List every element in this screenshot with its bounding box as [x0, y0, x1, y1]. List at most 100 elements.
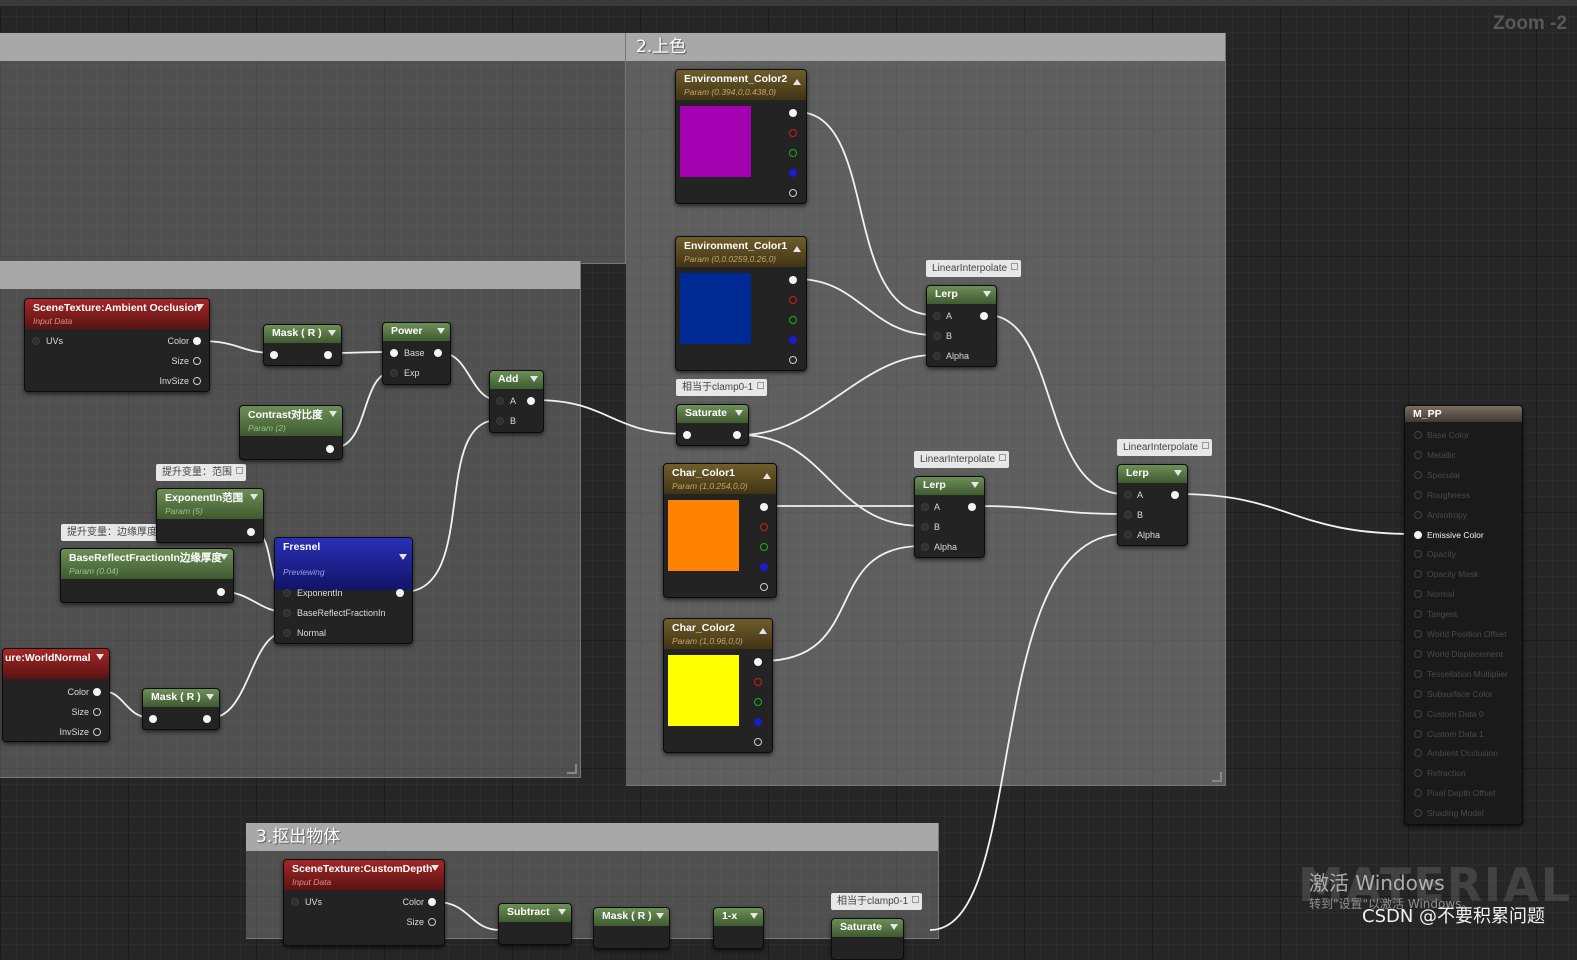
node-basereflect-param[interactable]: BaseReflectFractionIn边缘厚度 Param (0.04)	[60, 548, 234, 603]
material-input-pin[interactable]	[1414, 649, 1422, 658]
output-pin-size[interactable]	[428, 918, 436, 926]
material-input-pin[interactable]	[1414, 689, 1422, 698]
collapse-arrow-icon[interactable]	[735, 410, 743, 416]
output-pin-a[interactable]	[760, 583, 768, 591]
collapse-arrow-icon[interactable]	[530, 376, 538, 382]
collapse-arrow-icon[interactable]	[763, 473, 771, 479]
material-input-pin[interactable]	[1414, 709, 1422, 718]
collapse-arrow-icon[interactable]	[656, 913, 664, 919]
collapse-arrow-icon[interactable]	[431, 865, 439, 871]
collapse-arrow-icon[interactable]	[1174, 470, 1182, 476]
output-pin-r[interactable]	[760, 523, 768, 531]
input-pin-basereflect[interactable]	[283, 609, 291, 617]
collapse-arrow-icon[interactable]	[437, 328, 445, 334]
collapse-arrow-icon[interactable]	[220, 554, 228, 560]
collapse-arrow-icon[interactable]	[890, 924, 898, 930]
output-pin[interactable]	[324, 351, 332, 359]
node-environment-color2[interactable]: Environment_Color2 Param (0.394,0,0.438,0…	[675, 69, 807, 204]
output-pin-b[interactable]	[760, 563, 768, 571]
output-pin-color[interactable]	[93, 688, 101, 696]
annotation-lerp2[interactable]: LinearInterpolate	[914, 451, 1010, 468]
output-pin-b[interactable]	[789, 169, 797, 177]
material-input-pin[interactable]	[1414, 470, 1422, 479]
node-mask-r-3[interactable]: Mask ( R )	[593, 907, 670, 949]
node-saturate-2[interactable]: Saturate	[831, 918, 904, 960]
output-pin-g[interactable]	[789, 149, 797, 157]
material-input-pin[interactable]	[1414, 510, 1422, 519]
collapse-arrow-icon[interactable]	[971, 482, 979, 488]
material-input-pin[interactable]	[1414, 630, 1422, 638]
node-mask-r-1[interactable]: Mask ( R )	[263, 324, 342, 366]
output-pin[interactable]	[203, 715, 211, 723]
output-pin-r[interactable]	[754, 678, 762, 686]
material-input-pin[interactable]	[1414, 749, 1422, 758]
node-material-output[interactable]: M_PP Base Color Metallic Specular Roughness…	[1404, 405, 1523, 825]
node-lerp-1[interactable]: Lerp A B Alpha	[926, 285, 997, 367]
node-add[interactable]: Add A B	[489, 370, 544, 433]
collapse-arrow-icon[interactable]	[328, 330, 336, 336]
material-input-pin[interactable]	[1414, 769, 1422, 778]
input-pin-a[interactable]	[933, 312, 941, 320]
node-char-color1[interactable]: Char_Color1 Param (1,0.254,0,0)	[663, 463, 777, 598]
node-environment-color1[interactable]: Environment_Color1 Param (0,0.0259,0.26,0…	[675, 236, 807, 371]
input-pin-alpha[interactable]	[921, 543, 929, 551]
node-scenetexture-worldnormal[interactable]: ure:WorldNormal Color Size InvSize	[2, 648, 110, 742]
node-contrast-param[interactable]: Contrast对比度 Param (2)	[239, 405, 343, 460]
collapse-arrow-icon[interactable]	[399, 554, 407, 560]
output-pin-b[interactable]	[789, 336, 797, 344]
output-pin-r[interactable]	[789, 129, 797, 137]
output-pin[interactable]	[980, 312, 988, 320]
material-input-pin[interactable]	[1414, 450, 1422, 459]
collapse-arrow-icon[interactable]	[793, 79, 801, 85]
input-pin-uvs[interactable]	[291, 898, 299, 906]
input-pin-base[interactable]	[390, 349, 398, 357]
output-pin[interactable]	[527, 397, 535, 405]
output-pin-a[interactable]	[789, 356, 797, 364]
output-pin-color[interactable]	[428, 898, 436, 906]
node-char-color2[interactable]: Char_Color2 Param (1,0.96,0,0)	[663, 618, 773, 753]
input-pin-b[interactable]	[496, 417, 504, 425]
input-pin-b[interactable]	[1124, 511, 1132, 519]
node-lerp-2[interactable]: Lerp A B Alpha	[914, 476, 985, 558]
output-pin-size[interactable]	[93, 708, 101, 716]
node-power[interactable]: Power Base Exp	[382, 322, 451, 385]
material-input-pin[interactable]	[1414, 590, 1422, 599]
output-pin-rgb[interactable]	[789, 109, 797, 117]
collapse-arrow-icon[interactable]	[196, 304, 204, 310]
input-pin-a[interactable]	[921, 503, 929, 511]
output-pin-a[interactable]	[789, 189, 797, 197]
output-pin-rgb[interactable]	[754, 658, 762, 666]
collapse-arrow-icon[interactable]	[558, 909, 566, 915]
output-pin-r[interactable]	[789, 296, 797, 304]
node-mask-r-2[interactable]: Mask ( R )	[142, 688, 220, 730]
output-pin[interactable]	[1171, 491, 1179, 499]
collapse-arrow-icon[interactable]	[250, 494, 258, 500]
output-pin[interactable]	[396, 589, 404, 597]
output-pin-size[interactable]	[193, 357, 201, 365]
node-saturate[interactable]: Saturate	[676, 404, 749, 446]
material-input-pin[interactable]	[1414, 550, 1422, 559]
output-pin-g[interactable]	[754, 698, 762, 706]
material-input-pin[interactable]	[1414, 809, 1422, 818]
output-pin-invsize[interactable]	[193, 377, 201, 385]
annotation-clamp1[interactable]: 相当于clamp0-1	[676, 379, 768, 396]
output-pin-rgb[interactable]	[789, 276, 797, 284]
output-pin-color[interactable]	[193, 337, 201, 345]
annotation-lerp1[interactable]: LinearInterpolate	[926, 260, 1022, 277]
material-input-pin[interactable]	[1414, 530, 1422, 539]
input-pin-uvs[interactable]	[32, 337, 40, 345]
collapse-arrow-icon[interactable]	[793, 246, 801, 252]
input-pin-exponentin[interactable]	[283, 589, 291, 597]
input-pin-normal[interactable]	[283, 629, 291, 637]
input-pin-b[interactable]	[921, 523, 929, 531]
annotation-promote-edge[interactable]: 提升变量：边缘厚度	[61, 524, 171, 541]
input-pin-alpha[interactable]	[933, 352, 941, 360]
material-input-pin[interactable]	[1414, 570, 1422, 579]
collapse-arrow-icon[interactable]	[983, 291, 991, 297]
material-input-pin[interactable]	[1414, 729, 1422, 738]
output-pin[interactable]	[217, 588, 225, 596]
output-pin[interactable]	[968, 503, 976, 511]
node-exponent-param[interactable]: ExponentIn范围 Param (5)	[156, 488, 264, 543]
output-pin[interactable]	[247, 528, 255, 536]
output-pin[interactable]	[326, 445, 334, 453]
